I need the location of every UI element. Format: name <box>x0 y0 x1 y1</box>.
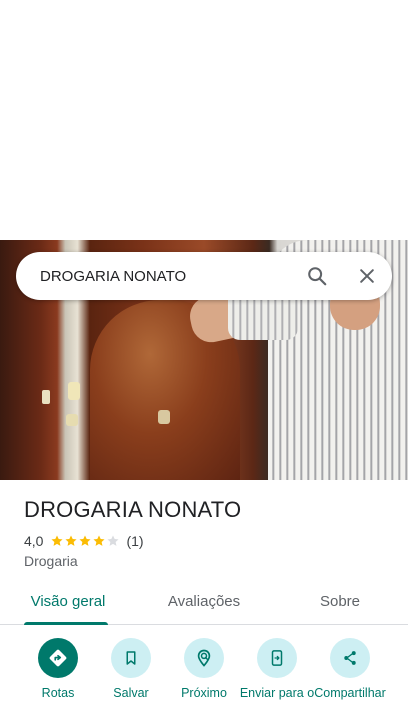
action-label: Enviar para o <box>239 686 315 700</box>
close-icon[interactable] <box>342 252 392 300</box>
tab-reviews[interactable]: Avaliações <box>136 582 272 624</box>
bookmark-icon <box>111 638 151 678</box>
rating-row[interactable]: 4,0 (1) <box>24 532 144 550</box>
share-button[interactable]: Compartilhar <box>310 638 390 701</box>
nearby-icon <box>184 638 224 678</box>
search-query[interactable]: DROGARIA NONATO <box>16 268 292 285</box>
rating-value: 4,0 <box>24 533 44 549</box>
action-label: Salvar <box>113 686 149 700</box>
action-label: Rotas <box>41 686 75 700</box>
search-icon[interactable] <box>292 252 342 300</box>
place-category[interactable]: Drogaria <box>24 553 78 569</box>
tab-overview[interactable]: Visão geral <box>0 582 136 625</box>
directions-button[interactable]: Rotas <box>18 638 98 701</box>
star-icon <box>93 535 106 546</box>
place-tabs: Visão geral Avaliações Sobre <box>0 582 408 625</box>
photo-detail <box>66 414 78 426</box>
save-button[interactable]: Salvar <box>91 638 171 701</box>
share-icon <box>330 638 370 678</box>
rating-stars <box>50 534 120 548</box>
action-bar: Rotas Salvar Próximo Enviar para o Compa… <box>0 638 408 720</box>
action-label: Compartilhar <box>314 686 386 700</box>
send-to-phone-icon <box>257 638 297 678</box>
nearby-button[interactable]: Próximo <box>164 638 244 701</box>
star-icon <box>51 535 64 546</box>
review-count[interactable]: (1) <box>126 533 143 549</box>
star-icon <box>65 535 78 546</box>
send-to-phone-button[interactable]: Enviar para o <box>237 638 317 701</box>
photo-detail <box>68 382 80 400</box>
star-icon <box>107 535 120 546</box>
tab-about[interactable]: Sobre <box>272 582 408 624</box>
photo-detail <box>158 410 170 424</box>
place-title: DROGARIA NONATO <box>24 497 242 522</box>
action-label: Próximo <box>181 686 227 700</box>
star-icon <box>79 535 92 546</box>
directions-icon <box>38 638 78 678</box>
photo-detail <box>42 390 50 404</box>
search-bar[interactable]: DROGARIA NONATO <box>16 252 392 300</box>
